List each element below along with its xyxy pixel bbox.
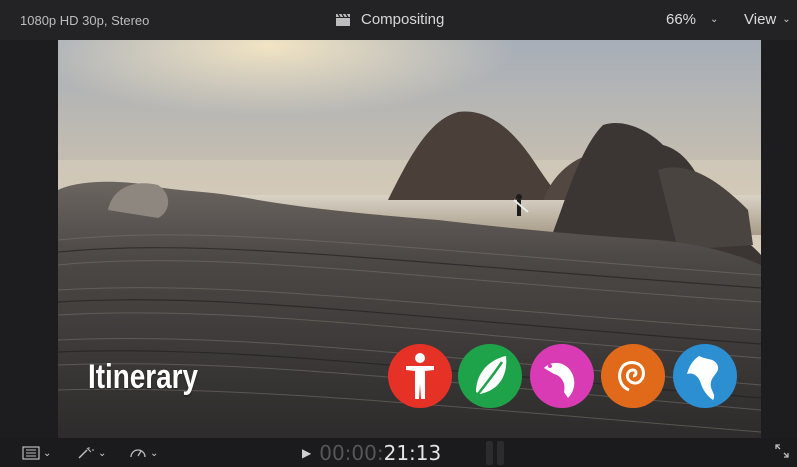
project-title-group: Compositing [335,11,444,28]
timecode-leading: 00:00: [319,441,384,465]
fullscreen-icon[interactable] [775,444,789,463]
format-info: 1080p HD 30p, Stereo [20,13,150,28]
view-label: View [744,11,777,28]
chevron-down-icon: ⌄ [782,14,791,25]
transform-tool-menu[interactable]: ⌄ [77,446,106,460]
zoom-value: 66% [666,11,697,28]
spiral-logo-icon [601,344,665,408]
chevron-down-icon: ⌄ [150,447,159,459]
clip-layout-icon [22,446,40,460]
retime-menu[interactable]: ⌄ [129,446,158,460]
viewer-header: 1080p HD 30p, Stereo Compositing 66% ⌄ V… [0,0,797,40]
scrub-handle-left[interactable] [486,441,493,465]
chevron-down-icon: ⌄ [98,447,107,459]
globe-logo-icon [673,344,737,408]
view-menu-button[interactable]: View ⌄ [744,11,791,28]
timecode-display[interactable]: ▶ 00:00:21:13 [302,441,441,465]
project-title: Compositing [361,11,445,28]
chevron-down-icon: ⌄ [43,447,52,459]
transform-tool-icon [77,446,95,460]
person-logo-icon [388,344,452,408]
clapperboard-icon [335,13,351,27]
bird-logo-icon [530,344,594,408]
title-overlay-text: Itinerary [88,358,199,396]
zoom-dropdown[interactable]: 66% ⌄ [666,11,718,28]
retime-speed-icon [129,446,147,460]
play-icon[interactable]: ▶ [302,446,311,460]
timecode-current: 21:13 [383,441,442,465]
video-viewer[interactable]: Itinerary [58,40,761,438]
leaf-logo-icon [458,344,522,408]
chevron-down-icon: ⌄ [710,14,719,25]
clip-layout-menu[interactable]: ⌄ [22,446,51,460]
scrub-handle-right[interactable] [497,441,504,465]
